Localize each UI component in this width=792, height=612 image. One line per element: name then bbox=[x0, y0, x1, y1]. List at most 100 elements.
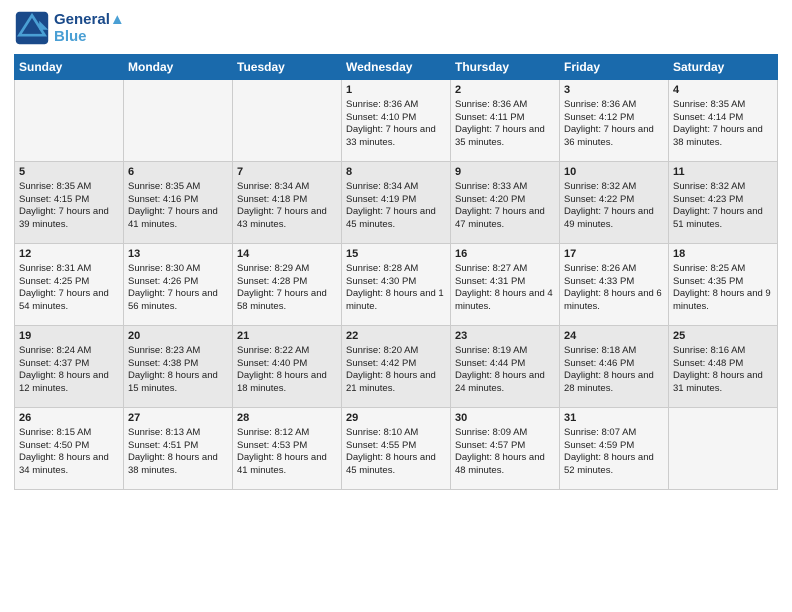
header-saturday: Saturday bbox=[669, 55, 778, 80]
sunrise-text: Sunrise: 8:07 AM bbox=[564, 427, 636, 438]
sunrise-text: Sunrise: 8:10 AM bbox=[346, 427, 418, 438]
daylight-text: Daylight: 7 hours and 58 minutes. bbox=[237, 288, 327, 312]
sunset-text: Sunset: 4:14 PM bbox=[673, 112, 743, 123]
daylight-text: Daylight: 7 hours and 41 minutes. bbox=[128, 206, 218, 230]
daylight-text: Daylight: 8 hours and 31 minutes. bbox=[673, 370, 763, 394]
sunrise-text: Sunrise: 8:33 AM bbox=[455, 181, 527, 192]
sunrise-text: Sunrise: 8:30 AM bbox=[128, 263, 200, 274]
daylight-text: Daylight: 7 hours and 36 minutes. bbox=[564, 124, 654, 148]
day-number: 5 bbox=[19, 165, 119, 180]
day-number: 25 bbox=[673, 329, 773, 344]
calendar-cell: 25Sunrise: 8:16 AMSunset: 4:48 PMDayligh… bbox=[669, 326, 778, 408]
day-number: 19 bbox=[19, 329, 119, 344]
calendar-cell: 1Sunrise: 8:36 AMSunset: 4:10 PMDaylight… bbox=[342, 80, 451, 162]
calendar-cell: 14Sunrise: 8:29 AMSunset: 4:28 PMDayligh… bbox=[233, 244, 342, 326]
calendar-cell bbox=[124, 80, 233, 162]
sunrise-text: Sunrise: 8:16 AM bbox=[673, 345, 745, 356]
daylight-text: Daylight: 8 hours and 6 minutes. bbox=[564, 288, 662, 312]
sunset-text: Sunset: 4:33 PM bbox=[564, 276, 634, 287]
sunset-text: Sunset: 4:19 PM bbox=[346, 194, 416, 205]
sunset-text: Sunset: 4:51 PM bbox=[128, 440, 198, 451]
day-number: 10 bbox=[564, 165, 664, 180]
calendar-cell: 11Sunrise: 8:32 AMSunset: 4:23 PMDayligh… bbox=[669, 162, 778, 244]
sunrise-text: Sunrise: 8:35 AM bbox=[19, 181, 91, 192]
daylight-text: Daylight: 8 hours and 28 minutes. bbox=[564, 370, 654, 394]
day-number: 26 bbox=[19, 411, 119, 426]
sunrise-text: Sunrise: 8:12 AM bbox=[237, 427, 309, 438]
daylight-text: Daylight: 7 hours and 35 minutes. bbox=[455, 124, 545, 148]
sunrise-text: Sunrise: 8:23 AM bbox=[128, 345, 200, 356]
day-number: 23 bbox=[455, 329, 555, 344]
daylight-text: Daylight: 8 hours and 38 minutes. bbox=[128, 452, 218, 476]
calendar-cell: 4Sunrise: 8:35 AMSunset: 4:14 PMDaylight… bbox=[669, 80, 778, 162]
daylight-text: Daylight: 7 hours and 54 minutes. bbox=[19, 288, 109, 312]
calendar-cell: 20Sunrise: 8:23 AMSunset: 4:38 PMDayligh… bbox=[124, 326, 233, 408]
daylight-text: Daylight: 8 hours and 18 minutes. bbox=[237, 370, 327, 394]
sunset-text: Sunset: 4:37 PM bbox=[19, 358, 89, 369]
day-number: 11 bbox=[673, 165, 773, 180]
page-container: General▲ Blue Sunday Monday Tuesday Wedn… bbox=[0, 0, 792, 612]
day-number: 24 bbox=[564, 329, 664, 344]
sunset-text: Sunset: 4:44 PM bbox=[455, 358, 525, 369]
daylight-text: Daylight: 8 hours and 48 minutes. bbox=[455, 452, 545, 476]
daylight-text: Daylight: 7 hours and 43 minutes. bbox=[237, 206, 327, 230]
sunrise-text: Sunrise: 8:31 AM bbox=[19, 263, 91, 274]
daylight-text: Daylight: 8 hours and 4 minutes. bbox=[455, 288, 553, 312]
sunrise-text: Sunrise: 8:36 AM bbox=[346, 99, 418, 110]
day-number: 2 bbox=[455, 83, 555, 98]
sunset-text: Sunset: 4:18 PM bbox=[237, 194, 307, 205]
sunrise-text: Sunrise: 8:24 AM bbox=[19, 345, 91, 356]
calendar-cell: 29Sunrise: 8:10 AMSunset: 4:55 PMDayligh… bbox=[342, 408, 451, 490]
day-number: 8 bbox=[346, 165, 446, 180]
calendar-week-row: 5Sunrise: 8:35 AMSunset: 4:15 PMDaylight… bbox=[15, 162, 778, 244]
sunrise-text: Sunrise: 8:34 AM bbox=[346, 181, 418, 192]
sunrise-text: Sunrise: 8:26 AM bbox=[564, 263, 636, 274]
daylight-text: Daylight: 8 hours and 52 minutes. bbox=[564, 452, 654, 476]
calendar-cell: 15Sunrise: 8:28 AMSunset: 4:30 PMDayligh… bbox=[342, 244, 451, 326]
calendar-cell: 18Sunrise: 8:25 AMSunset: 4:35 PMDayligh… bbox=[669, 244, 778, 326]
calendar-cell: 12Sunrise: 8:31 AMSunset: 4:25 PMDayligh… bbox=[15, 244, 124, 326]
sunset-text: Sunset: 4:26 PM bbox=[128, 276, 198, 287]
calendar-cell: 2Sunrise: 8:36 AMSunset: 4:11 PMDaylight… bbox=[451, 80, 560, 162]
daylight-text: Daylight: 8 hours and 24 minutes. bbox=[455, 370, 545, 394]
calendar-cell: 6Sunrise: 8:35 AMSunset: 4:16 PMDaylight… bbox=[124, 162, 233, 244]
day-number: 6 bbox=[128, 165, 228, 180]
calendar-cell: 19Sunrise: 8:24 AMSunset: 4:37 PMDayligh… bbox=[15, 326, 124, 408]
sunset-text: Sunset: 4:50 PM bbox=[19, 440, 89, 451]
day-number: 28 bbox=[237, 411, 337, 426]
daylight-text: Daylight: 7 hours and 45 minutes. bbox=[346, 206, 436, 230]
day-number: 30 bbox=[455, 411, 555, 426]
daylight-text: Daylight: 7 hours and 38 minutes. bbox=[673, 124, 763, 148]
daylight-text: Daylight: 7 hours and 56 minutes. bbox=[128, 288, 218, 312]
calendar-cell: 31Sunrise: 8:07 AMSunset: 4:59 PMDayligh… bbox=[560, 408, 669, 490]
sunset-text: Sunset: 4:46 PM bbox=[564, 358, 634, 369]
day-number: 17 bbox=[564, 247, 664, 262]
page-header: General▲ Blue bbox=[14, 10, 778, 46]
calendar-cell: 17Sunrise: 8:26 AM Sunset: 4:33 PMDayligh… bbox=[560, 244, 669, 326]
sunset-text: Sunset: 4:16 PM bbox=[128, 194, 198, 205]
day-number: 7 bbox=[237, 165, 337, 180]
daylight-text: Daylight: 8 hours and 9 minutes. bbox=[673, 288, 771, 312]
sunset-text: Sunset: 4:23 PM bbox=[673, 194, 743, 205]
calendar-table: Sunday Monday Tuesday Wednesday Thursday… bbox=[14, 54, 778, 490]
day-number: 12 bbox=[19, 247, 119, 262]
sunrise-text: Sunrise: 8:18 AM bbox=[564, 345, 636, 356]
sunrise-text: Sunrise: 8:36 AM bbox=[455, 99, 527, 110]
day-number: 27 bbox=[128, 411, 228, 426]
daylight-text: Daylight: 7 hours and 49 minutes. bbox=[564, 206, 654, 230]
sunset-text: Sunset: 4:38 PM bbox=[128, 358, 198, 369]
header-wednesday: Wednesday bbox=[342, 55, 451, 80]
calendar-cell: 3Sunrise: 8:36 AMSunset: 4:12 PMDaylight… bbox=[560, 80, 669, 162]
calendar-cell: 28Sunrise: 8:12 AMSunset: 4:53 PMDayligh… bbox=[233, 408, 342, 490]
day-number: 3 bbox=[564, 83, 664, 98]
calendar-cell: 21Sunrise: 8:22 AMSunset: 4:40 PMDayligh… bbox=[233, 326, 342, 408]
sunset-text: Sunset: 4:30 PM bbox=[346, 276, 416, 287]
sunrise-text: Sunrise: 8:25 AM bbox=[673, 263, 745, 274]
sunrise-text: Sunrise: 8:32 AM bbox=[564, 181, 636, 192]
day-number: 13 bbox=[128, 247, 228, 262]
sunset-text: Sunset: 4:40 PM bbox=[237, 358, 307, 369]
calendar-week-row: 12Sunrise: 8:31 AMSunset: 4:25 PMDayligh… bbox=[15, 244, 778, 326]
daylight-text: Daylight: 7 hours and 51 minutes. bbox=[673, 206, 763, 230]
sunrise-text: Sunrise: 8:29 AM bbox=[237, 263, 309, 274]
calendar-week-row: 1Sunrise: 8:36 AMSunset: 4:10 PMDaylight… bbox=[15, 80, 778, 162]
